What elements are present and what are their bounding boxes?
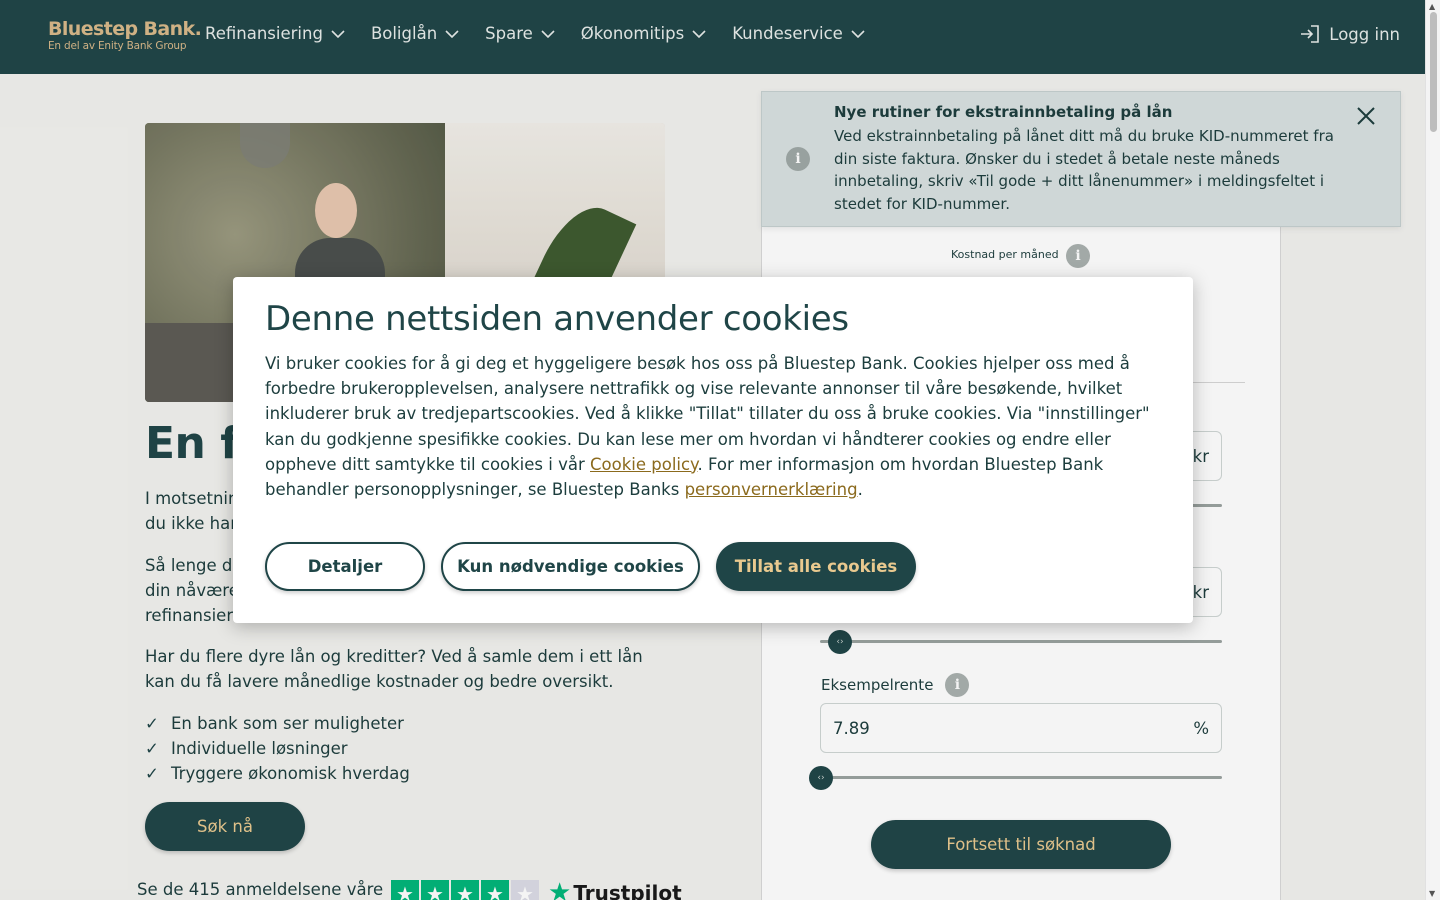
- privacy-policy-link[interactable]: personvernerklæring: [685, 480, 858, 499]
- details-button[interactable]: Detaljer: [265, 542, 425, 591]
- cookie-dialog-title: Denne nettsiden anvender cookies: [265, 299, 849, 339]
- allow-all-cookies-button[interactable]: Tillat alle cookies: [716, 542, 916, 591]
- scroll-up-icon[interactable]: ▲: [1429, 2, 1435, 11]
- cookie-policy-link[interactable]: Cookie policy: [590, 455, 697, 474]
- cookie-consent-dialog: Denne nettsiden anvender cookies Vi bruk…: [233, 277, 1193, 623]
- cookie-dialog-body: Vi bruker cookies for å gi deg et hyggel…: [265, 354, 1150, 500]
- scrollbar-thumb[interactable]: [1430, 12, 1437, 132]
- page-scrollbar[interactable]: ▲ ▼: [1425, 0, 1440, 900]
- cookie-dialog-buttons: Detaljer Kun nødvendige cookies Tillat a…: [265, 542, 916, 591]
- scroll-down-icon[interactable]: ▼: [1429, 889, 1435, 898]
- necessary-cookies-button[interactable]: Kun nødvendige cookies: [441, 542, 700, 591]
